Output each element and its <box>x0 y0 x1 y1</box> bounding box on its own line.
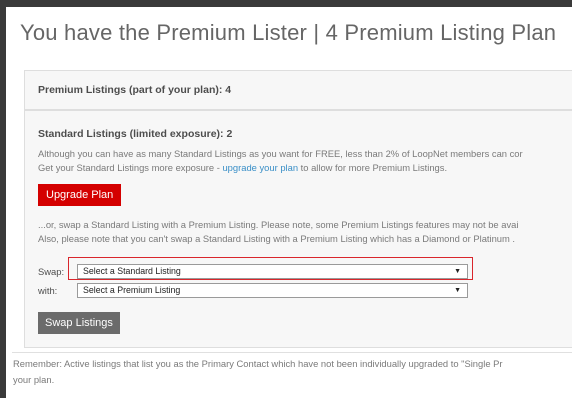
dialog-panel: You have the Premium Lister | 4 Premium … <box>6 7 572 398</box>
with-label: with: <box>38 285 58 296</box>
swap-info-text: ...or, swap a Standard Listing with a Pr… <box>38 218 518 245</box>
footer-note: Remember: Active listings that list you … <box>13 356 503 388</box>
swap-listings-button[interactable]: Swap Listings <box>38 312 120 334</box>
standard-info-text: Although you can have as many Standard L… <box>38 147 523 174</box>
swap-info-line-2: Also, please note that you can't swap a … <box>38 232 516 244</box>
swap-label: Swap: <box>38 266 65 277</box>
premium-listings-section: Premium Listings (part of your plan): 4 <box>24 70 572 110</box>
chevron-down-icon: ▼ <box>454 268 461 275</box>
premium-listing-select-value: Select a Premium Listing <box>83 285 181 295</box>
standard-info-line-2-prefix: Get your Standard Listings more exposure… <box>38 161 223 173</box>
standard-info-line-2-suffix: to allow for more Premium Listings. <box>298 161 448 173</box>
page-title: You have the Premium Lister | 4 Premium … <box>20 20 557 45</box>
standard-listings-section: Standard Listings (limited exposure): 2 … <box>24 110 572 348</box>
premium-listings-label: Premium Listings (part of your plan): 4 <box>38 84 232 96</box>
upgrade-plan-link[interactable]: upgrade your plan <box>222 162 298 173</box>
premium-listing-select[interactable]: Select a Premium Listing ▼ <box>77 283 468 298</box>
standard-info-line-1: Although you can have as many Standard L… <box>38 148 523 159</box>
standard-listings-label: Standard Listings (limited exposure): 2 <box>38 128 233 140</box>
chevron-down-icon: ▼ <box>454 287 461 294</box>
standard-info-line-2: Get your Standard Listings more exposure… <box>38 161 523 175</box>
footer-divider <box>12 352 572 353</box>
footer-line-1: Remember: Active listings that list you … <box>13 358 503 369</box>
upgrade-plan-button[interactable]: Upgrade Plan <box>38 184 122 206</box>
footer-line-2: your plan. <box>13 374 55 385</box>
standard-listing-select[interactable]: Select a Standard Listing ▼ <box>77 264 468 279</box>
standard-listing-select-value: Select a Standard Listing <box>83 266 181 276</box>
swap-info-line-1: ...or, swap a Standard Listing with a Pr… <box>38 219 519 230</box>
